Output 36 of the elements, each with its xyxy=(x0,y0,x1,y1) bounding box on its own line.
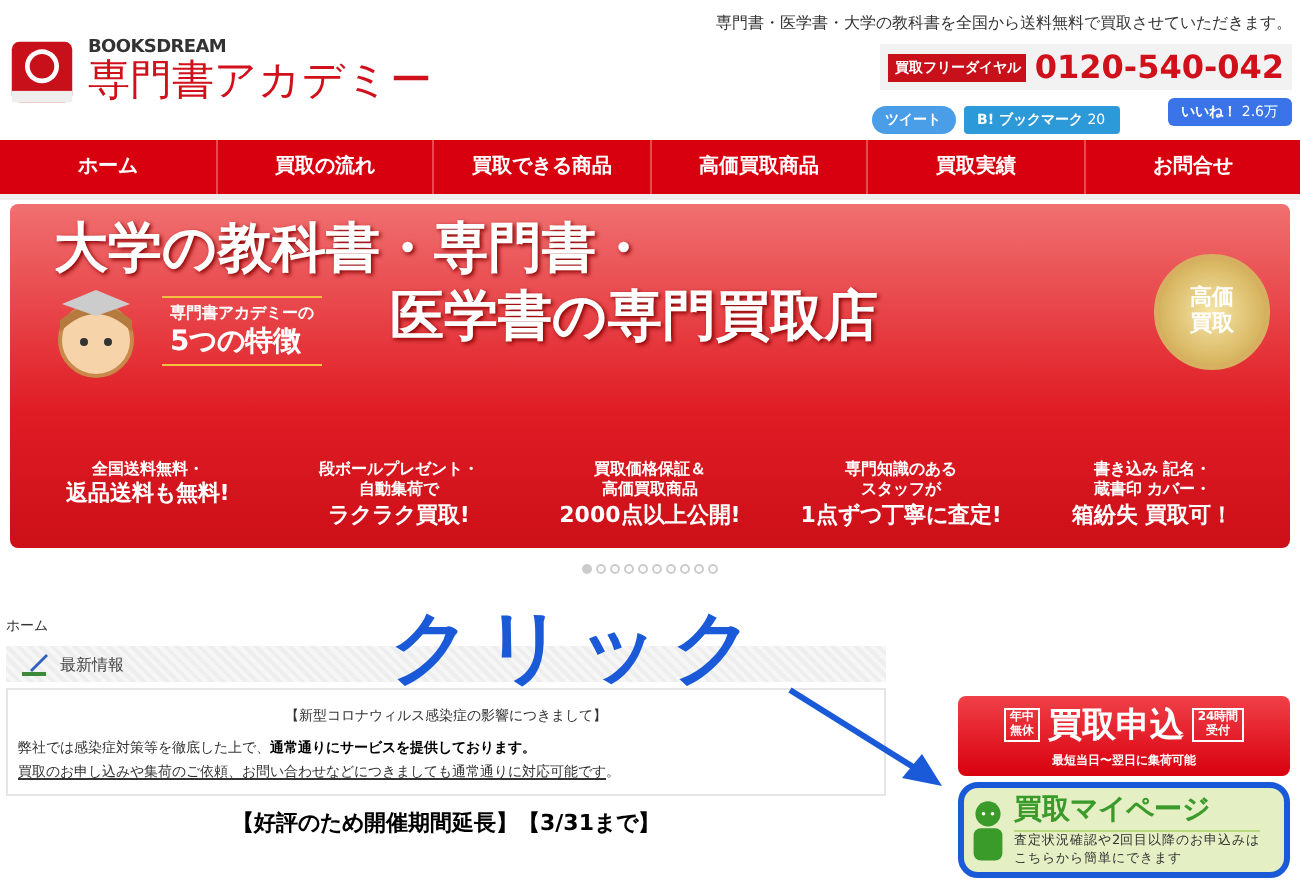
nav-link[interactable]: ホーム xyxy=(0,140,215,194)
nav-link[interactable]: 買取できる商品 xyxy=(432,140,649,194)
feature-text: 書き込み 記名・ 蔵書印 カバー・ 箱紛失 買取可！ xyxy=(1069,459,1236,532)
slider-dot[interactable] xyxy=(610,564,620,574)
feature-text: 段ボールプレゼント・ 自動集荷で ラクラク買取! xyxy=(316,459,481,532)
pencil-icon xyxy=(22,652,50,676)
tagline: 専門書・医学書・大学の教科書を全国から送料無料で買取させていただきます。 xyxy=(716,12,1292,34)
phone-number: 0120-540-042 xyxy=(1034,48,1284,86)
slider-dot[interactable] xyxy=(708,564,718,574)
slider-dot[interactable] xyxy=(666,564,676,574)
person-icon xyxy=(970,798,1006,862)
nav-link[interactable]: 買取の流れ xyxy=(215,140,432,194)
section-heading: 【好評のため開催期間延長】【3/31まで】 xyxy=(230,807,662,838)
news-title: 最新情報 xyxy=(60,653,124,675)
arrow-icon xyxy=(786,686,946,790)
feature-text: 買取価格保証＆ 高価買取商品 2000点以上公開! xyxy=(557,459,743,532)
slider-dot[interactable] xyxy=(694,564,704,574)
slider-dot[interactable] xyxy=(624,564,634,574)
nav-link[interactable]: 高価買取商品 xyxy=(649,140,866,194)
feature-text: 専門知識のある スタッフが 1点ずつ丁寧に査定! xyxy=(798,459,1004,532)
slider-dot[interactable] xyxy=(582,564,592,574)
slider-dot[interactable] xyxy=(652,564,662,574)
features-caption: 専門書アカデミーの 5つの特徴 xyxy=(162,296,322,367)
feature-text: 全国送料無料・ 返品送料も無料! xyxy=(63,459,232,511)
nav-link[interactable]: お問合せ xyxy=(1083,140,1300,194)
nav-link[interactable]: 買取実績 xyxy=(866,140,1083,194)
annotation-text: クリック xyxy=(390,600,766,698)
book-logo-icon xyxy=(8,38,76,106)
site-name[interactable]: 専門書アカデミー xyxy=(88,58,432,106)
slider-dot[interactable] xyxy=(596,564,606,574)
slider-dot[interactable] xyxy=(638,564,648,574)
brand-name: BOOKSDREAM xyxy=(88,38,229,59)
hero-headline: 大学の教科書・専門書・ xyxy=(54,216,650,284)
slider-dot[interactable] xyxy=(680,564,690,574)
hero-headline: 医学書の専門買取店 xyxy=(390,283,878,351)
seal-badge: 高価 買取 xyxy=(1154,253,1270,370)
